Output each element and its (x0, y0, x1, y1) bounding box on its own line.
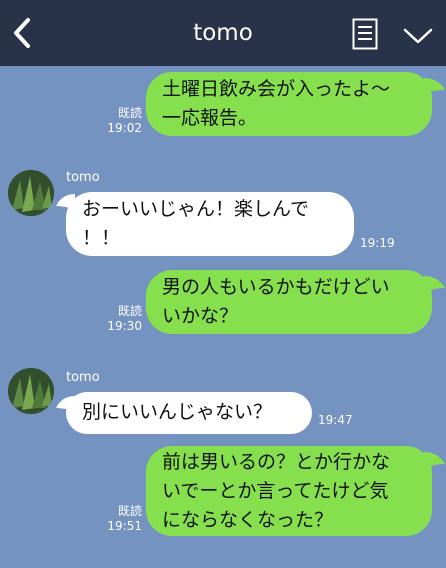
read-receipt: 既読 (117, 504, 142, 518)
notes-icon[interactable] (352, 18, 378, 50)
chevron-down-icon[interactable] (402, 26, 434, 46)
message-bubble[interactable]: 男の人もいるかもだけどい いかな？ (146, 270, 432, 334)
avatar[interactable] (8, 368, 54, 414)
message-bubble[interactable]: 土曜日飲み会が入ったよ〜 一応報告。 (146, 72, 432, 136)
bubble-tail (424, 276, 445, 292)
read-receipt: 既読 (117, 106, 142, 120)
message-time: 19:30 (107, 319, 142, 333)
message-time: 19:51 (107, 519, 142, 533)
sender-name: tomo (66, 370, 100, 385)
avatar[interactable] (8, 170, 54, 216)
message-bubble[interactable]: おーいいじゃん！楽しんで ！！ (66, 192, 354, 256)
bubble-tail (424, 78, 445, 94)
message-time: 19:19 (360, 236, 395, 250)
chat-title: tomo (193, 20, 253, 46)
bubble-tail (424, 452, 445, 468)
sender-name: tomo (66, 170, 100, 185)
message-time: 19:47 (318, 413, 353, 427)
message-bubble[interactable]: 別にいいんじゃない？ (66, 392, 312, 434)
message-bubble[interactable]: 前は男いるの？とか行かな いでーとか言ってたけど気 にならなくなった？ (146, 446, 432, 536)
message-time: 19:02 (107, 121, 142, 135)
chat-header: tomo (0, 0, 446, 66)
read-receipt: 既読 (117, 304, 142, 318)
